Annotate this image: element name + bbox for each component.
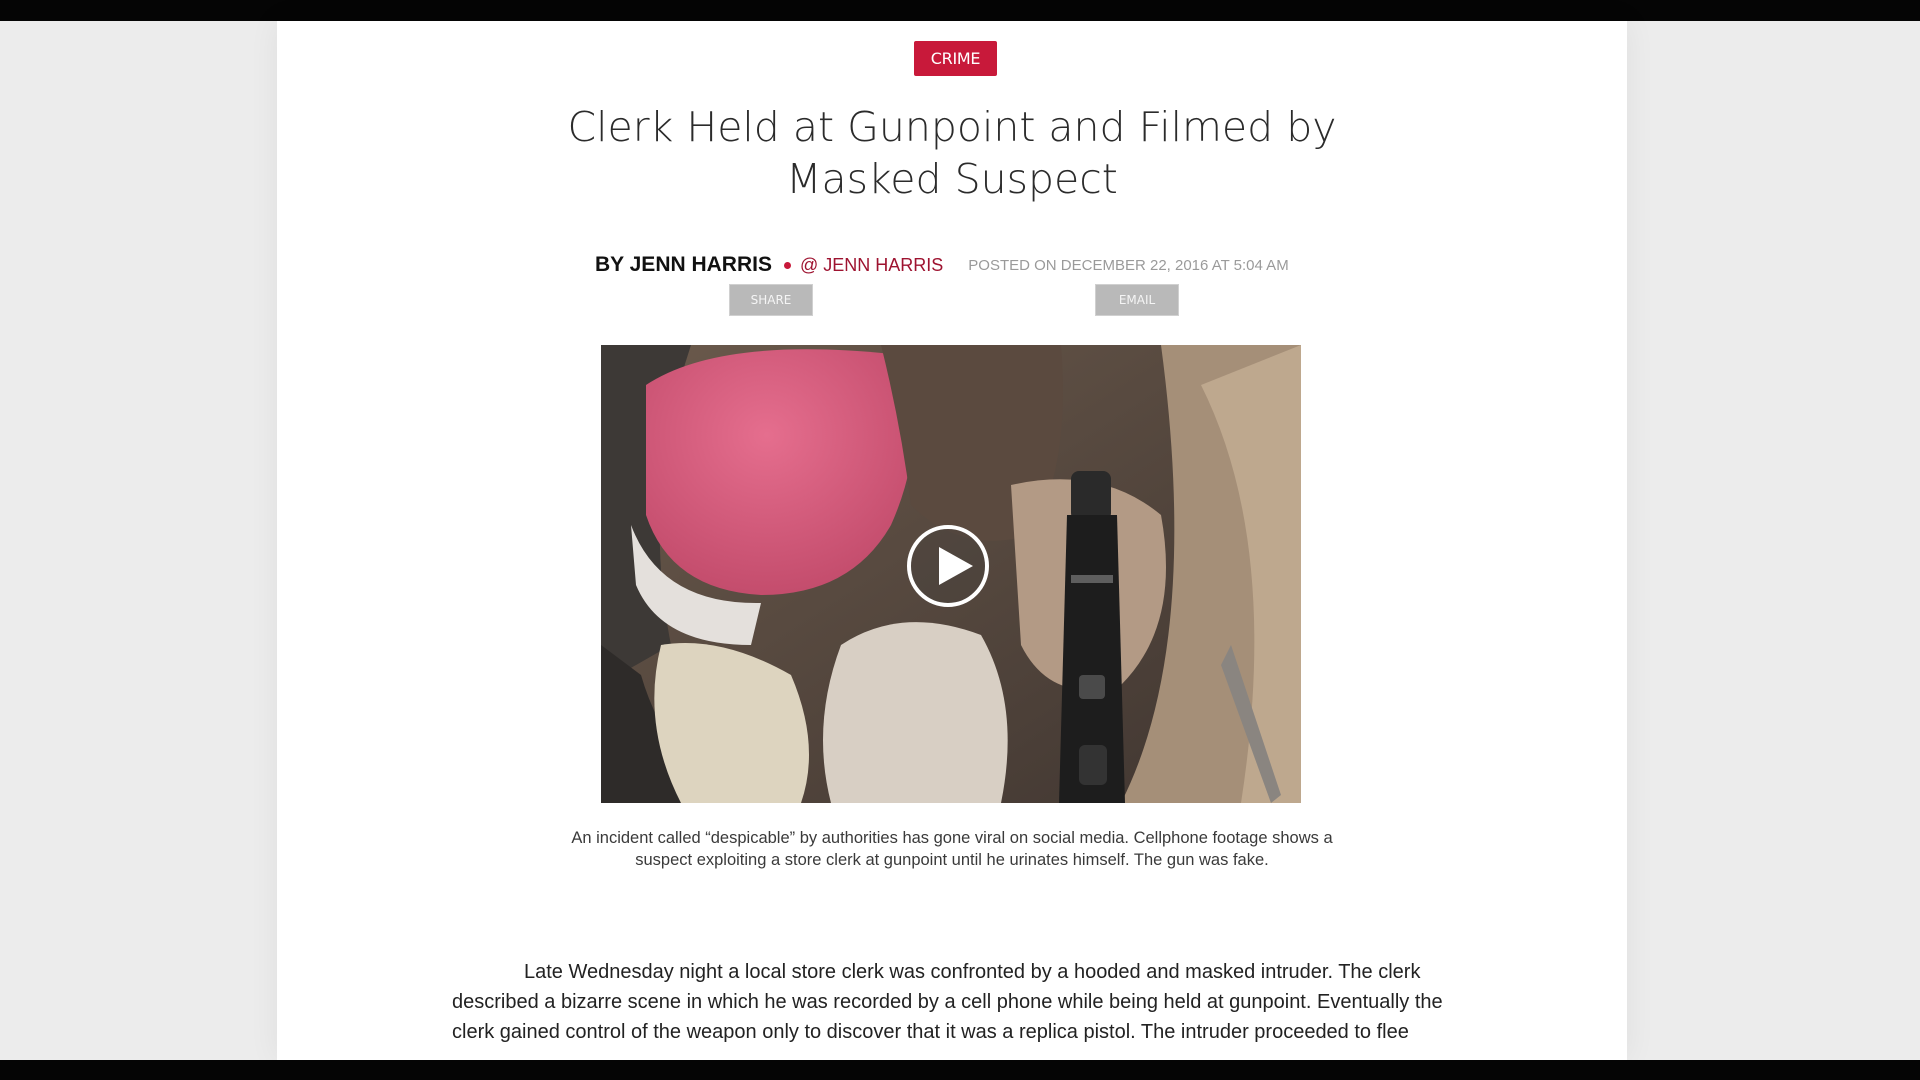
post-date: POSTED ON DECEMBER 22, 2016 AT 5:04 AM bbox=[968, 256, 1289, 274]
play-icon[interactable] bbox=[907, 525, 989, 607]
video-player[interactable] bbox=[601, 345, 1301, 803]
play-triangle bbox=[939, 547, 973, 585]
email-button[interactable]: EMAIL bbox=[1095, 284, 1179, 316]
share-button[interactable]: SHARE bbox=[729, 284, 813, 316]
article-headline: Clerk Held at Gunpoint and Filmed by Mas… bbox=[567, 103, 1337, 203]
author-twitter-link[interactable]: @ JENN HARRIS bbox=[800, 255, 943, 276]
category-badge[interactable]: CRIME bbox=[914, 41, 997, 76]
separator-dot bbox=[783, 261, 791, 269]
article-body: Late Wednesday night a local store clerk… bbox=[452, 957, 1452, 1047]
video-caption: An incident called “despicable” by autho… bbox=[571, 829, 1333, 869]
letterbox-bottom bbox=[0, 1060, 1920, 1080]
letterbox-top bbox=[0, 0, 1920, 21]
byline: BY JENN HARRIS @ JENN HARRIS POSTED ON D… bbox=[595, 251, 1355, 279]
article-page: CRIME Clerk Held at Gunpoint and Filmed … bbox=[277, 21, 1627, 1060]
article-body-text: Late Wednesday night a local store clerk… bbox=[452, 961, 1443, 1043]
author-name: BY JENN HARRIS bbox=[595, 253, 772, 276]
